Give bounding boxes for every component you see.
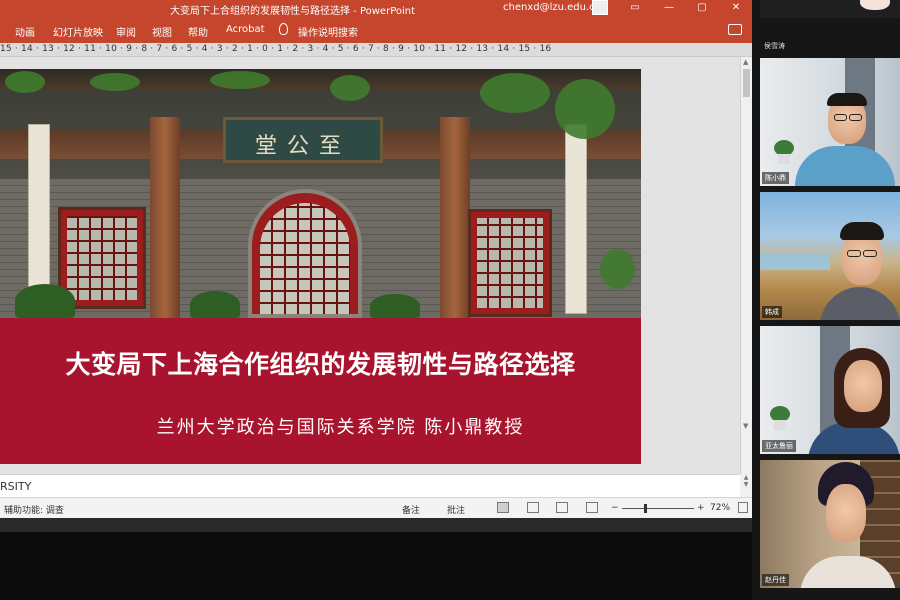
normal-view-icon[interactable] bbox=[497, 502, 509, 513]
zoom-level[interactable]: 72% bbox=[710, 503, 730, 513]
screen: 大变局下上合组织的发展韧性与路径选择 - PowerPoint chenxd@l… bbox=[0, 0, 900, 600]
plaque-text: 堂公至 bbox=[254, 134, 351, 159]
slide-author[interactable]: 兰州大学政治与国际关系学院 陈小鼎教授 bbox=[0, 413, 641, 439]
participant-name: 亚太鲁丽 bbox=[762, 440, 796, 452]
participant-name: 韩成 bbox=[762, 306, 782, 318]
comments-icon[interactable] bbox=[728, 24, 742, 35]
minimize-button[interactable]: — bbox=[660, 1, 678, 15]
zoom-out-button[interactable]: − bbox=[611, 503, 619, 513]
tab-help[interactable]: 帮助 bbox=[188, 24, 208, 39]
tab-animations[interactable]: 动画 bbox=[15, 24, 35, 39]
participant-name-top: 侯雪涛 bbox=[764, 42, 785, 50]
participant-tile[interactable]: 亚太鲁丽 bbox=[760, 326, 900, 454]
comments-button[interactable]: 批注 bbox=[447, 503, 465, 516]
plaque: 堂公至 bbox=[223, 117, 383, 163]
title-bar: 大变局下上合组织的发展韧性与路径选择 - PowerPoint chenxd@l… bbox=[0, 0, 752, 17]
participants-panel: 侯雪涛 陈小鼎 韩成 亚太鲁丽 赵丹佳 bbox=[752, 0, 900, 600]
avatar bbox=[844, 360, 882, 412]
account-email[interactable]: chenxd@lzu.edu.cn bbox=[503, 2, 601, 13]
participant-name: 陈小鼎 bbox=[762, 172, 789, 184]
ribbon-tabs: 动画 幻灯片放映 审阅 视图 帮助 Acrobat 操作说明搜索 bbox=[0, 17, 752, 43]
vertical-scrollbar[interactable]: ▲ ▼ bbox=[740, 57, 752, 497]
zoom-slider-thumb[interactable] bbox=[644, 504, 647, 513]
ruler-numbers: 15 · 14 · 13 · 12 · 11 · 10 · 9 · 8 · 7 … bbox=[0, 44, 552, 54]
zoom-in-button[interactable]: + bbox=[697, 503, 705, 513]
window-title: 大变局下上合组织的发展韧性与路径选择 - PowerPoint bbox=[170, 6, 416, 17]
shared-screen-bottom bbox=[0, 518, 752, 600]
scroll-down-icon[interactable]: ▼ bbox=[743, 422, 748, 430]
scrollbar-thumb[interactable] bbox=[743, 69, 750, 97]
status-bar: 辅助功能: 调查 备注 批注 − + 72% bbox=[0, 497, 752, 518]
fit-slide-icon[interactable] bbox=[738, 502, 748, 513]
tab-view[interactable]: 视图 bbox=[152, 24, 172, 39]
avatar bbox=[826, 484, 866, 542]
notes-text: RSITY bbox=[0, 480, 32, 493]
ribbon-display-icon[interactable]: ▭ bbox=[626, 1, 644, 15]
current-slide[interactable]: 堂公至 大变局下上海合作组织的发展韧性与路径选择 兰州大学政治与国际关系学院 陈… bbox=[0, 69, 641, 464]
avatar bbox=[860, 0, 890, 10]
participant-tile-top bbox=[760, 0, 900, 18]
tab-acrobat[interactable]: Acrobat bbox=[226, 24, 265, 35]
slideshow-view-icon[interactable] bbox=[586, 502, 598, 513]
building-photo: 堂公至 bbox=[0, 69, 641, 318]
horizontal-ruler: 15 · 14 · 13 · 12 · 11 · 10 · 9 · 8 · 7 … bbox=[0, 43, 752, 57]
participant-tile[interactable]: 韩成 bbox=[760, 192, 900, 320]
notes-scrollbar[interactable]: ▲ ▼ bbox=[740, 474, 752, 497]
reading-view-icon[interactable] bbox=[556, 502, 568, 513]
notes-button[interactable]: 备注 bbox=[402, 503, 420, 516]
accessibility-status[interactable]: 辅助功能: 调查 bbox=[4, 503, 64, 516]
right-window bbox=[468, 209, 552, 317]
tab-review[interactable]: 审阅 bbox=[116, 24, 136, 39]
tab-slideshow[interactable]: 幻灯片放映 bbox=[53, 24, 103, 39]
powerpoint-window: 大变局下上合组织的发展韧性与路径选择 - PowerPoint chenxd@l… bbox=[0, 0, 752, 518]
tell-me-search[interactable]: 操作说明搜索 bbox=[298, 24, 358, 39]
close-button[interactable]: ✕ bbox=[727, 1, 745, 15]
zoom-slider[interactable] bbox=[622, 508, 694, 509]
slide-sorter-icon[interactable] bbox=[527, 502, 539, 513]
arched-door bbox=[248, 189, 362, 318]
participant-tile[interactable]: 赵丹佳 bbox=[760, 460, 900, 588]
title-banner: 大变局下上海合作组织的发展韧性与路径选择 兰州大学政治与国际关系学院 陈小鼎教授 bbox=[0, 318, 641, 464]
account-avatar-icon[interactable] bbox=[592, 0, 608, 15]
lightbulb-icon bbox=[279, 23, 288, 35]
maximize-button[interactable]: ▢ bbox=[693, 1, 711, 15]
participant-name: 赵丹佳 bbox=[762, 574, 789, 586]
participant-tile[interactable]: 陈小鼎 bbox=[760, 58, 900, 186]
notes-pane[interactable]: RSITY bbox=[0, 474, 740, 497]
scroll-up-icon[interactable]: ▲ bbox=[743, 58, 748, 66]
slide-title[interactable]: 大变局下上海合作组织的发展韧性与路径选择 bbox=[0, 345, 641, 381]
